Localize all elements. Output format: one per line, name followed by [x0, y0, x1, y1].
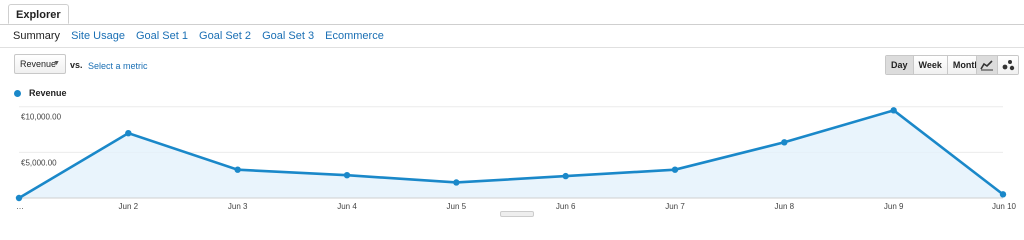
y-tick-label: €5,000.00	[21, 158, 57, 167]
divider	[0, 47, 1024, 48]
data-point	[890, 107, 897, 114]
x-tick-label: …	[16, 202, 24, 211]
subtab-row: Summary Site Usage Goal Set 1 Goal Set 2…	[13, 30, 392, 44]
tab-explorer[interactable]: Explorer	[8, 4, 69, 24]
week-button[interactable]: Week	[913, 56, 948, 74]
tab-bar: Explorer	[0, 0, 1024, 25]
subtab-site-usage[interactable]: Site Usage	[71, 30, 125, 42]
data-point	[453, 179, 460, 186]
revenue-chart: €10,000.00 €5,000.00 … Jun 2 Jun 3 Jun 4 Jun 5…	[15, 106, 1017, 211]
x-tick-label: Jun 3	[228, 202, 248, 211]
subtab-ecommerce[interactable]: Ecommerce	[325, 30, 384, 42]
series-area	[19, 110, 1003, 198]
data-point	[781, 139, 788, 146]
select-metric-link[interactable]: Select a metric	[88, 61, 148, 71]
data-point	[671, 166, 679, 173]
legend-label: Revenue	[29, 88, 67, 98]
data-point	[343, 171, 351, 179]
metric-select[interactable]: Revenue ▼	[14, 54, 66, 74]
data-point	[999, 191, 1007, 198]
subtab-goal-set-2[interactable]: Goal Set 2	[199, 30, 251, 42]
x-tick-label: Jun 7	[665, 202, 685, 211]
chevron-down-icon: ▼	[53, 60, 60, 67]
x-tick-label: Jun 8	[775, 202, 795, 211]
motion-chart-icon[interactable]	[998, 56, 1018, 74]
chart-view-buttons	[976, 55, 1019, 75]
x-tick-label: Jun 6	[556, 202, 576, 211]
vs-label: vs.	[70, 60, 83, 70]
x-tick-label: Jun 4	[337, 202, 357, 211]
x-tick-label: Jun 5	[447, 202, 467, 211]
data-point	[234, 166, 241, 173]
data-point	[15, 194, 23, 202]
granularity-buttons: Day Week Month	[885, 55, 986, 75]
x-tick-label: Jun 2	[119, 202, 139, 211]
subtab-summary[interactable]: Summary	[13, 30, 60, 42]
data-point	[125, 129, 132, 137]
data-point	[562, 172, 569, 180]
metric-select-value: Revenue	[20, 59, 57, 69]
resize-handle[interactable]	[500, 211, 534, 217]
y-tick-label: €10,000.00	[21, 113, 62, 122]
line-chart-icon[interactable]	[977, 56, 998, 74]
day-button[interactable]: Day	[886, 56, 914, 74]
legend-swatch	[14, 89, 21, 97]
subtab-goal-set-3[interactable]: Goal Set 3	[262, 30, 314, 42]
subtab-goal-set-1[interactable]: Goal Set 1	[136, 30, 188, 42]
x-tick-label: Jun 10	[992, 202, 1017, 211]
chart-legend: Revenue	[14, 88, 67, 98]
x-tick-label: Jun 9	[884, 202, 904, 211]
